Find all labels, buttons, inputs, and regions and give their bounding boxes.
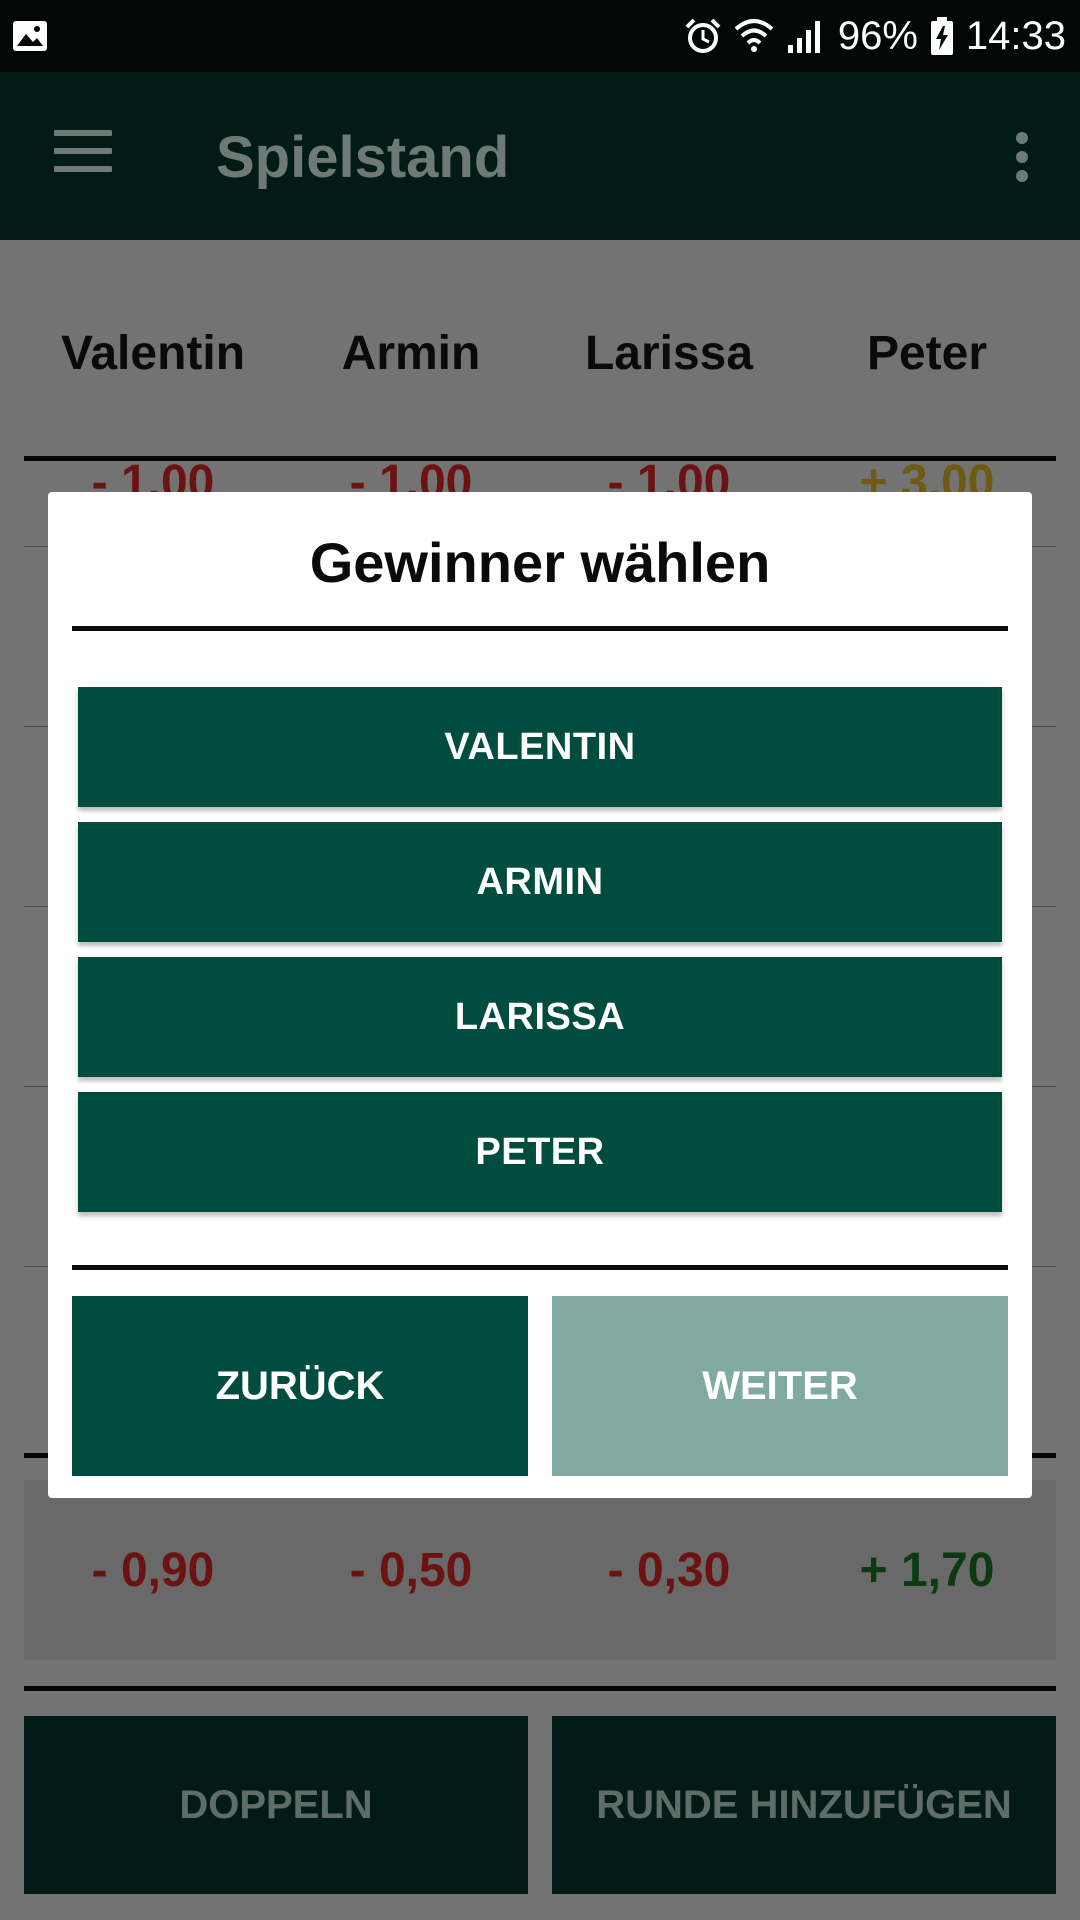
player-name: Larissa bbox=[584, 327, 754, 380]
totals-row: - 0,90 - 0,50 - 0,30 + 1,70 bbox=[24, 1543, 1056, 1598]
total-cell: - 0,90 bbox=[91, 1544, 215, 1597]
next-button[interactable]: WEITER bbox=[552, 1296, 1008, 1476]
hamburger-menu-icon[interactable] bbox=[54, 130, 114, 180]
battery-text: 96% bbox=[837, 13, 918, 58]
clock: 14:33 bbox=[965, 13, 1066, 58]
dialog-title-divider bbox=[72, 626, 1008, 631]
dialog-actions-divider bbox=[72, 1265, 1008, 1270]
player-name: Peter bbox=[866, 327, 988, 380]
back-button[interactable]: ZURÜCK bbox=[72, 1296, 528, 1476]
total-cell: - 0,50 bbox=[349, 1544, 473, 1597]
signal-icon bbox=[786, 17, 826, 55]
image-icon bbox=[12, 18, 48, 54]
winner-option-valentin[interactable]: VALENTIN bbox=[78, 687, 1002, 807]
total-cell: + 1,70 bbox=[859, 1544, 995, 1597]
battery-charging-icon bbox=[930, 16, 954, 56]
double-button[interactable]: DOPPELN bbox=[24, 1716, 528, 1894]
more-vert-icon[interactable] bbox=[1014, 132, 1030, 182]
wifi-icon bbox=[734, 17, 774, 55]
winner-option-larissa[interactable]: LARISSA bbox=[78, 957, 1002, 1077]
winner-option-peter[interactable]: PETER bbox=[78, 1092, 1002, 1212]
buttons-divider bbox=[24, 1686, 1056, 1691]
player-name: Valentin bbox=[60, 327, 246, 380]
app-bar: Spielstand bbox=[0, 72, 1080, 240]
status-bar: 96% 14:33 bbox=[0, 0, 1080, 72]
dialog-title: Gewinner wählen bbox=[309, 531, 771, 594]
player-name: Armin bbox=[341, 327, 481, 380]
player-header-row: Valentin Armin Larissa Peter bbox=[24, 326, 1056, 381]
add-round-button[interactable]: RUNDE HINZUFÜGEN bbox=[552, 1716, 1056, 1894]
alarm-icon bbox=[684, 17, 722, 55]
winner-option-armin[interactable]: ARMIN bbox=[78, 822, 1002, 942]
total-cell: - 0,30 bbox=[607, 1544, 731, 1597]
choose-winner-dialog: Gewinner wählen VALENTIN ARMIN LARISSA P… bbox=[48, 492, 1032, 1498]
page-title: Spielstand bbox=[216, 125, 510, 190]
